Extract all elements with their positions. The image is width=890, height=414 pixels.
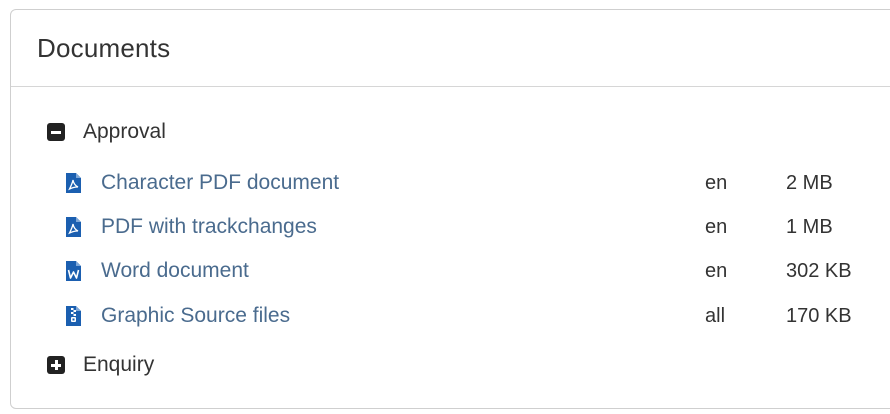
group-enquiry-toggle[interactable]: Enquiry: [47, 353, 154, 377]
group-label-approval: Approval: [83, 120, 166, 143]
pdf-file-icon: [66, 173, 81, 193]
document-row: Character PDF document en 2 MB: [65, 168, 875, 198]
document-language: en: [705, 259, 728, 282]
document-row: Word document en 302 KB: [65, 256, 875, 286]
document-size: 1 MB: [786, 215, 833, 238]
expand-plus-icon: [47, 356, 65, 374]
document-size: 170 KB: [786, 304, 852, 327]
group-label-enquiry: Enquiry: [83, 353, 155, 376]
document-size: 302 KB: [786, 259, 852, 282]
document-link[interactable]: PDF with trackchanges: [101, 215, 661, 239]
document-language: all: [705, 304, 726, 327]
document-link[interactable]: Word document: [101, 259, 661, 283]
document-row: PDF with trackchanges en 1 MB: [65, 212, 875, 242]
document-size: 2 MB: [786, 171, 833, 194]
pdf-file-icon: [66, 217, 81, 237]
word-file-icon: [66, 261, 81, 281]
collapse-minus-icon: [47, 123, 65, 141]
document-language: en: [705, 171, 728, 194]
documents-panel: Documents Approval Character PDF documen…: [10, 9, 890, 409]
group-approval-toggle[interactable]: Approval: [47, 120, 166, 144]
panel-title: Documents: [37, 32, 171, 63]
document-link[interactable]: Graphic Source files: [101, 304, 661, 328]
zip-file-icon: [66, 306, 81, 326]
document-language: en: [705, 215, 728, 238]
document-link[interactable]: Character PDF document: [101, 171, 661, 195]
panel-header: Documents: [11, 10, 890, 87]
document-row: Graphic Source files all 170 KB: [65, 301, 875, 331]
